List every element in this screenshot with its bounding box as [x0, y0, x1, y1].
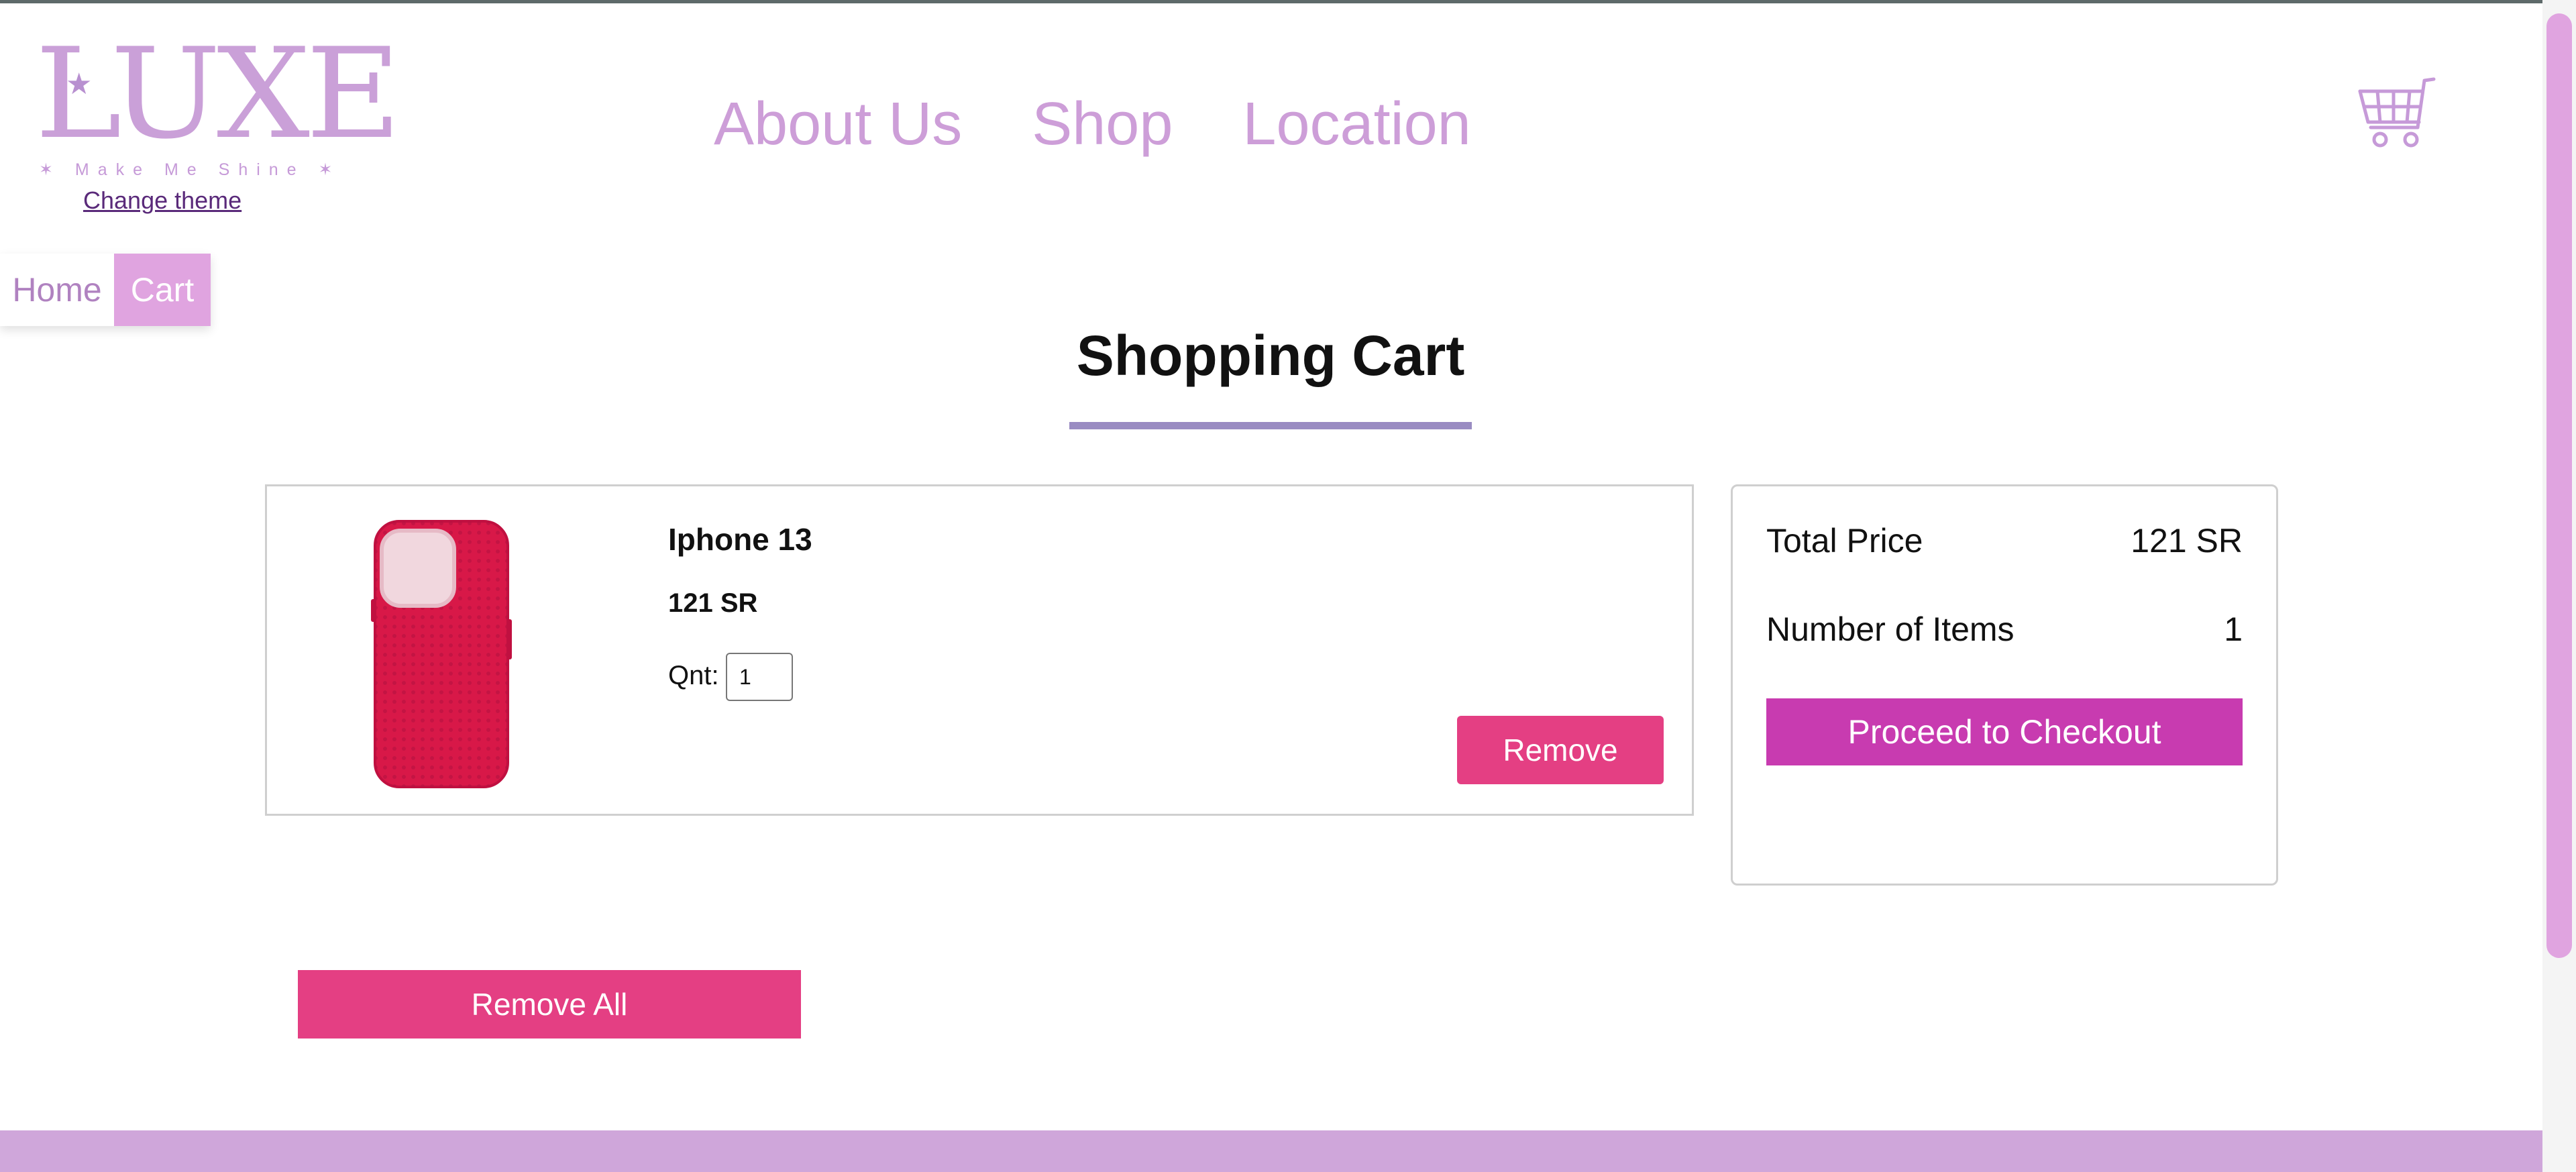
proceed-to-checkout-button[interactable]: Proceed to Checkout — [1766, 698, 2243, 765]
breadcrumb-cart[interactable]: Cart — [114, 254, 211, 326]
logo-star-icon: ★ — [66, 68, 93, 101]
shopping-cart-icon[interactable] — [2355, 75, 2442, 150]
remove-all-button[interactable]: Remove All — [298, 970, 801, 1038]
total-price-row: Total Price 121 SR — [1766, 521, 2243, 560]
nav-shop[interactable]: Shop — [1032, 87, 1173, 161]
remove-item-button[interactable]: Remove — [1457, 716, 1664, 784]
phone-case-image — [371, 519, 512, 790]
title-underline — [1069, 422, 1472, 429]
product-name: Iphone 13 — [668, 522, 812, 557]
nav-location[interactable]: Location — [1242, 87, 1470, 161]
product-price: 121 SR — [668, 588, 758, 618]
quantity-label: Qnt: — [668, 661, 719, 690]
footer — [0, 1130, 2542, 1172]
page-title: Shopping Cart — [1076, 324, 1465, 387]
item-count-row: Number of Items 1 — [1766, 610, 2243, 649]
window-top-border — [0, 0, 2576, 3]
brand-logo[interactable]: LUXE ★ ✶ Make Me Shine ✶ — [35, 32, 401, 188]
main-nav: About Us Shop Location — [714, 87, 1471, 161]
order-summary-card: Total Price 121 SR Number of Items 1 Pro… — [1731, 484, 2278, 886]
logo-tagline: ✶ Make Me Shine ✶ — [39, 160, 341, 179]
breadcrumb: Home Cart — [0, 254, 211, 326]
breadcrumb-home[interactable]: Home — [0, 254, 114, 326]
cart-item-card: Iphone 13 121 SR Qnt: Remove — [265, 484, 1694, 816]
total-price-value: 121 SR — [2131, 522, 2243, 560]
change-theme-link[interactable]: Change theme — [83, 187, 241, 215]
item-count-value: 1 — [2224, 610, 2243, 648]
item-count-label: Number of Items — [1766, 610, 2015, 648]
quantity-input[interactable] — [726, 653, 793, 701]
nav-about-us[interactable]: About Us — [714, 87, 962, 161]
total-price-label: Total Price — [1766, 522, 1923, 560]
scrollbar-thumb[interactable] — [2546, 13, 2572, 958]
